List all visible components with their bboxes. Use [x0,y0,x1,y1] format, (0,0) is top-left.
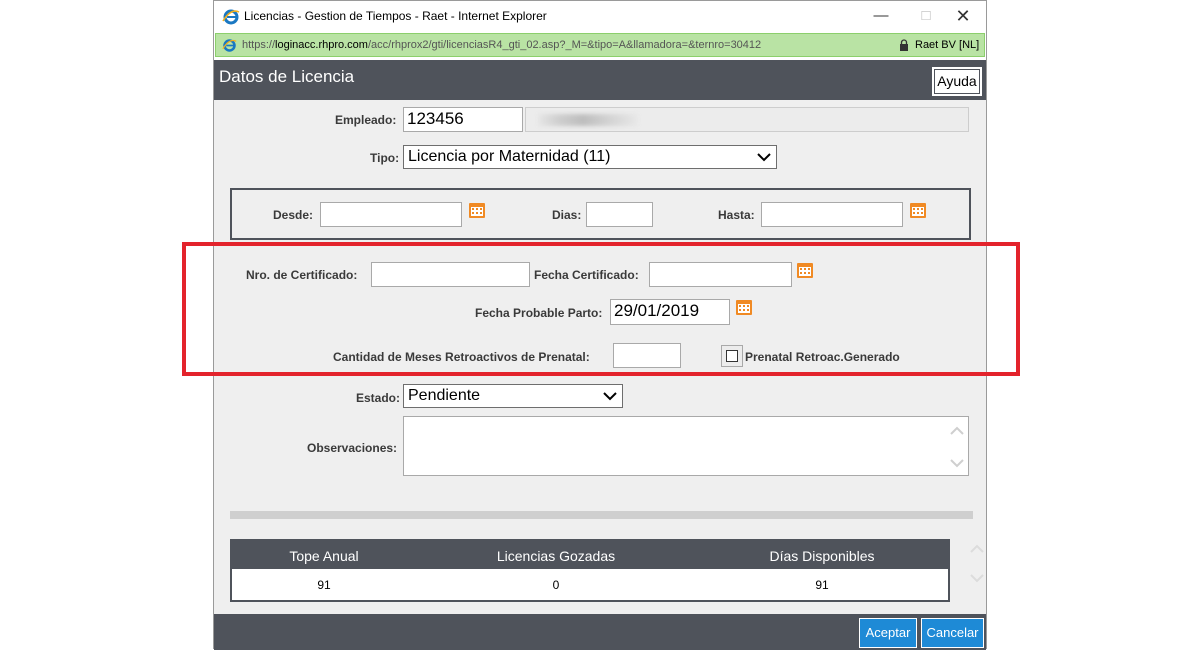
accept-button[interactable]: Aceptar [859,618,917,648]
observaciones-scrollbar[interactable] [948,423,966,471]
hasta-input[interactable] [761,202,903,227]
help-button[interactable]: Ayuda [932,67,982,96]
column-header: Tope Anual [289,548,359,564]
estado-selected-value: Pendiente [408,387,481,404]
desde-label: Desde: [273,208,314,222]
lock-icon [900,39,908,51]
url-text[interactable]: https://loginacc.rhpro.com/acc/rhprox2/g… [242,39,761,51]
page-title: Datos de Licencia [219,67,355,86]
minimize-button[interactable]: — [866,5,896,27]
address-bar[interactable]: https://loginacc.rhpro.com/acc/rhprox2/g… [215,33,985,57]
dias-label: Dias: [552,208,582,222]
scroll-down-icon [950,459,964,468]
empleado-input[interactable]: 123456 [403,107,523,132]
title-bar: Licencias - Gestion de Tiempos - Raet - … [214,1,986,32]
summary-table: Tope Anual Licencias Gozadas Días Dispon… [230,539,950,602]
tipo-selected-value: Licencia por Maternidad (11) [408,148,611,165]
redacted-name [538,114,638,126]
highlight-box [182,242,1020,376]
scroll-up-icon [950,426,964,435]
table-cell: 91 [815,578,829,592]
ie-logo-icon [222,9,240,25]
hasta-label: Hasta: [718,208,755,222]
dias-input[interactable] [586,202,653,227]
estado-label: Estado: [356,391,401,405]
table-cell: 0 [552,578,560,592]
column-header: Días Disponibles [769,548,875,564]
url-prefix: https:// [242,39,276,51]
observaciones-label: Observaciones: [307,441,398,455]
section-divider [230,511,973,519]
calendar-icon[interactable] [468,201,486,219]
ie-page-icon [222,39,237,52]
observaciones-textarea[interactable] [403,416,969,476]
chevron-down-icon [603,392,617,401]
window-title: Licencias - Gestion de Tiempos - Raet - … [244,9,547,23]
table-cell: 91 [317,578,331,592]
footer-bar: Aceptar Cancelar [214,614,986,650]
header-bar: Datos de Licencia Ayuda [214,60,986,100]
url-path: /acc/rhprox2/gti/licenciasR4_gti_02.asp?… [367,39,762,51]
empleado-label: Empleado: [335,113,397,127]
empleado-name-field [525,107,969,132]
tipo-label: Tipo: [370,151,400,165]
maximize-button[interactable]: □ [911,5,941,27]
cancel-button[interactable]: Cancelar [921,618,984,648]
desde-input[interactable] [320,202,462,227]
column-header: Licencias Gozadas [496,548,616,564]
close-button[interactable]: ✕ [948,5,978,27]
estado-select[interactable]: Pendiente [403,384,623,408]
certificate-label[interactable]: Raet BV [NL] [915,39,979,51]
summary-table-header: Tope Anual Licencias Gozadas Días Dispon… [232,541,948,569]
chevron-down-icon [757,153,771,162]
scroll-up-icon [970,544,984,553]
table-scrollbar[interactable] [968,541,986,591]
calendar-icon[interactable] [909,201,927,219]
scroll-down-icon [970,574,984,583]
tipo-select[interactable]: Licencia por Maternidad (11) [403,145,777,169]
url-host: loginacc.rhpro.com [275,39,368,51]
